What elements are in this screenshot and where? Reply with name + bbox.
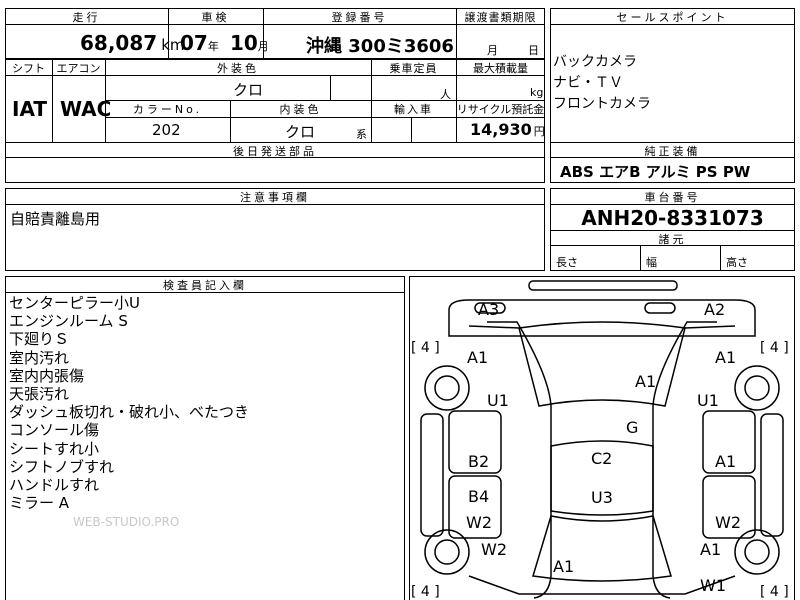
inspector-lines: センターピラー小U エンジンルーム S 下廻りＳ 室内汚れ 室内内張傷 天張汚れ… (9, 294, 249, 512)
mileage-header: 走行 (72, 11, 101, 24)
exterior-header: 外装色 (217, 62, 259, 75)
damage-mark: B4 (468, 487, 490, 506)
damage-mark: U1 (697, 391, 719, 410)
damage-mark: A3 (478, 300, 500, 319)
tire-label-front-left: [ 4 ] (411, 340, 440, 356)
equipment-value: ABS エアB アルミ PS PW (560, 163, 751, 181)
width-label: 幅 (646, 256, 657, 269)
sales-point-item: ナビ・ＴＶ (553, 75, 623, 91)
damage-mark: A1 (467, 348, 489, 367)
chassis-value: ANH20-8331073 (581, 206, 764, 230)
damage-mark: W2 (466, 513, 492, 532)
inspector-line: シートすれ小 (9, 439, 100, 458)
inspection-value: 07年 10月 (180, 31, 269, 55)
inspector-line: コンソール傷 (9, 421, 100, 440)
rear-left-wheel-outline (424, 529, 470, 575)
inspector-line: エンジンルーム S (9, 312, 128, 331)
sales-point-item: フロントカメラ (553, 96, 651, 112)
dims-header: 諸元 (658, 233, 687, 246)
inspector-line: ミラー A (9, 494, 70, 513)
damage-mark: A1 (715, 452, 737, 471)
registration-header: 登録番号 (331, 11, 388, 24)
inspector-line: シフトノブすれ (9, 457, 115, 476)
aircon-value: WAC (60, 97, 112, 121)
specs-table (5, 59, 545, 183)
inspector-line: 天張汚れ (9, 385, 70, 404)
length-label: 長さ (556, 256, 578, 269)
car-diagram (420, 280, 784, 599)
damage-mark: A1 (553, 557, 575, 576)
inspector-line: 室内内張傷 (9, 366, 85, 385)
damage-mark: A1 (715, 348, 737, 367)
transfer-header: 譲渡書類期限 (464, 11, 537, 24)
front-left-wheel-outline (424, 365, 470, 411)
import-header: 輸入車 (394, 103, 433, 116)
damage-mark: U1 (487, 391, 509, 410)
aircon-header: エアコン (56, 62, 101, 75)
right-sill-outline (760, 413, 784, 537)
interior-value: クロ (285, 123, 316, 141)
damage-mark: B2 (468, 452, 490, 471)
chassis-header: 車台番号 (644, 191, 701, 204)
tire-label-rear-left: [ 4 ] (411, 584, 440, 600)
mileage-value: 68,087 km (80, 31, 185, 55)
sales-points-header: セールスポイント (616, 11, 729, 24)
inspector-line: ハンドルすれ (9, 476, 100, 495)
damage-mark: W1 (700, 576, 726, 595)
registration-value: 沖縄 300ミ3606 (306, 36, 454, 57)
height-label: 高さ (726, 256, 748, 269)
transfer-day-unit: 日 (528, 44, 539, 57)
shift-header: シフト (12, 62, 45, 75)
damage-mark: W2 (715, 513, 741, 532)
interior-suffix: 系 (356, 128, 367, 141)
parts-header: 後日発送部品 (233, 145, 317, 158)
color-no-header: カラーNo. (132, 103, 203, 116)
left-sill-outline (420, 413, 444, 537)
capacity-header: 乗車定員 (389, 62, 438, 75)
damage-mark: A2 (704, 300, 726, 319)
right-headlight-outline (644, 302, 676, 314)
sales-points-list: バックカメラ ナビ・ＴＶ フロントカメラ (553, 52, 651, 115)
front-bumper-outline (528, 280, 678, 291)
tire-label-front-right: [ 4 ] (760, 340, 789, 356)
color-no-value: 202 (152, 121, 181, 139)
load-header: 最大積載量 (473, 62, 528, 75)
load-unit: kg (530, 86, 544, 99)
damage-mark: W2 (481, 540, 507, 559)
inspector-line: 室内汚れ (9, 348, 70, 367)
inspector-line: ダッシュ板切れ・破れ小、べたつき (9, 403, 250, 422)
tire-label-rear-right: [ 4 ] (760, 584, 789, 600)
damage-mark: G (626, 418, 639, 437)
rear-right-wheel-outline (734, 529, 780, 575)
recycle-header: リサイクル預託金 (456, 103, 545, 116)
damage-mark: C2 (591, 449, 613, 468)
notes-text: 自賠責離島用 (10, 210, 101, 228)
inspection-header: 車検 (201, 11, 230, 24)
shift-value: IAT (12, 97, 48, 121)
exterior-value: クロ (233, 81, 264, 99)
recycle-value: 14,930 円 (470, 120, 545, 139)
inspector-line: センターピラー小U (9, 294, 140, 312)
capacity-unit: 人 (440, 88, 451, 101)
inspector-line: 下廻りＳ (9, 330, 70, 349)
notes-header: 注意事項欄 (240, 191, 310, 204)
interior-header: 内装色 (279, 103, 322, 116)
damage-mark: U3 (591, 488, 613, 507)
front-right-wheel-outline (734, 365, 780, 411)
sales-point-item: バックカメラ (553, 54, 637, 70)
transfer-month-unit: 月 (487, 44, 498, 57)
watermark: WEB-STUDIO.PRO (73, 515, 180, 529)
damage-mark: A1 (635, 372, 657, 391)
inspector-header: 検査員記入欄 (163, 279, 247, 292)
windshield-outline (518, 321, 686, 407)
equipment-header: 純正装備 (644, 145, 701, 158)
damage-mark: A1 (700, 540, 722, 559)
